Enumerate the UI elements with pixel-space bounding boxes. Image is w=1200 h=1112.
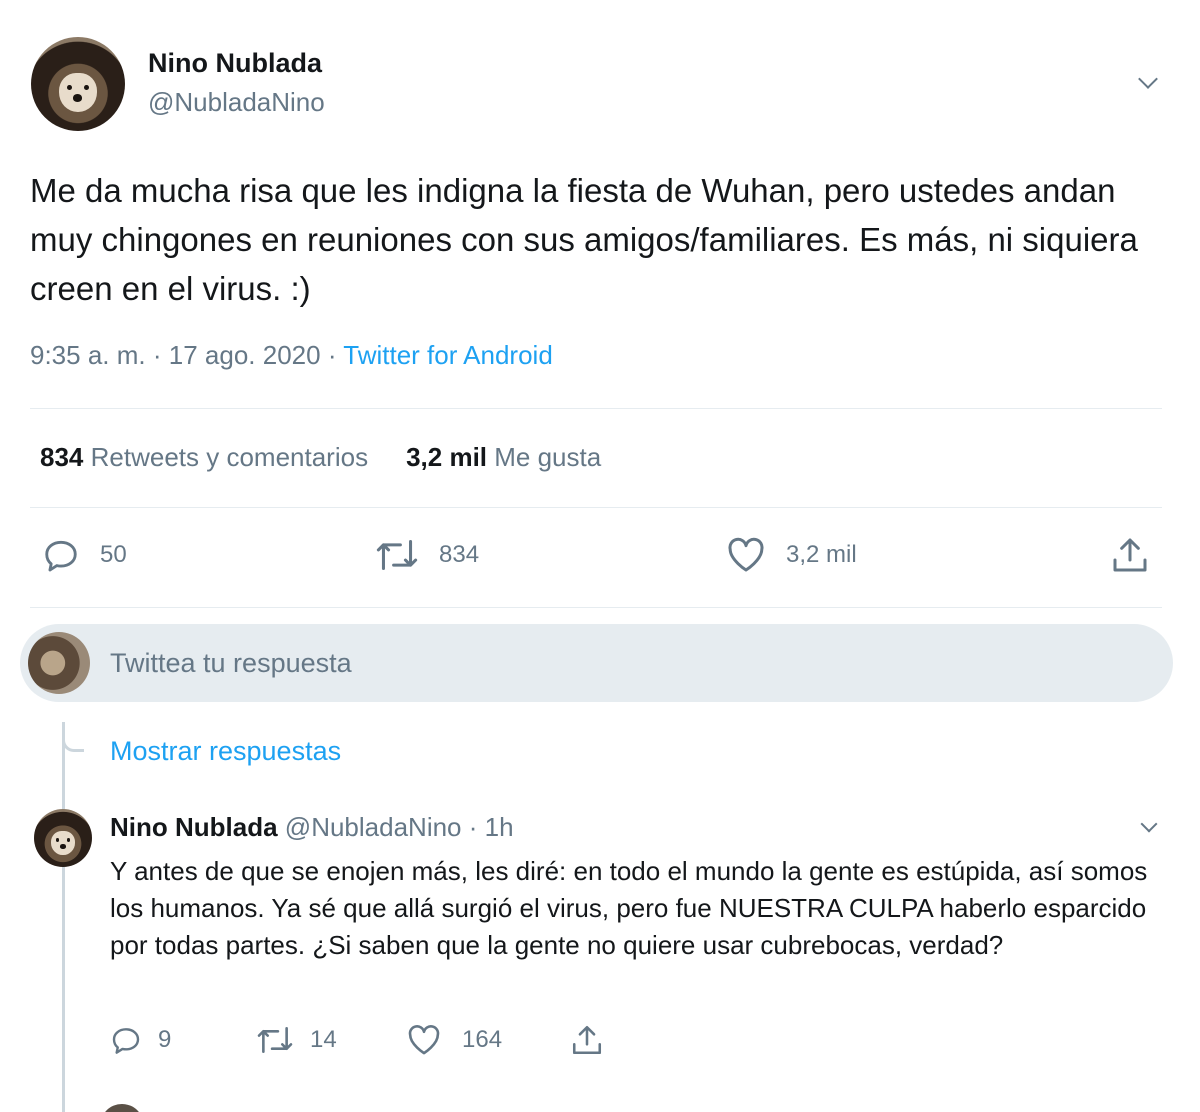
reply-reply-button[interactable]: 9 xyxy=(110,1024,171,1056)
next-reply-avatar[interactable] xyxy=(100,1104,144,1112)
reply-composer[interactable]: Twittea tu respuesta xyxy=(20,624,1173,702)
show-replies-link[interactable]: Mostrar respuestas xyxy=(110,736,341,767)
share-icon xyxy=(1113,538,1147,572)
author-handle[interactable]: @NubladaNino xyxy=(148,87,325,118)
retweets-stat-count: 834 xyxy=(40,442,84,472)
reply-reply-count: 9 xyxy=(158,1026,172,1053)
meta-separator: · xyxy=(152,340,162,370)
reply-header: Nino Nublada @NubladaNino · 1h xyxy=(110,812,514,843)
reply-separator: · xyxy=(468,812,478,842)
reply-icon xyxy=(112,1028,140,1054)
reply-retweet-count: 14 xyxy=(310,1026,337,1053)
reply-count: 50 xyxy=(100,541,127,568)
reply-button[interactable]: 50 xyxy=(42,536,127,574)
reply-like-button[interactable]: 164 xyxy=(406,1024,502,1056)
share-button[interactable] xyxy=(1110,534,1150,576)
divider xyxy=(30,507,1162,508)
likes-stat-count: 3,2 mil xyxy=(406,442,488,472)
like-count: 3,2 mil xyxy=(786,541,857,568)
tweet-date[interactable]: 17 ago. 2020 xyxy=(169,340,321,370)
author-avatar[interactable] xyxy=(31,37,125,131)
reply-author-handle[interactable]: @NubladaNino xyxy=(285,812,462,842)
tweet-source-link[interactable]: Twitter for Android xyxy=(343,340,553,370)
reply-like-count: 164 xyxy=(462,1026,503,1053)
likes-stat[interactable]: 3,2 mil Me gusta xyxy=(406,442,601,472)
retweets-stat[interactable]: 834 Retweets y comentarios xyxy=(40,442,368,472)
divider xyxy=(30,607,1162,608)
reply-author-avatar[interactable] xyxy=(34,809,92,867)
reply-share-button[interactable] xyxy=(570,1022,604,1058)
chevron-down-icon[interactable] xyxy=(1138,69,1158,89)
reply-placeholder: Twittea tu respuesta xyxy=(110,648,352,678)
thread-connector xyxy=(62,722,84,752)
tweet-meta: 9:35 a. m. · 17 ago. 2020 · Twitter for … xyxy=(30,340,553,371)
heart-icon xyxy=(728,537,764,572)
retweet-icon xyxy=(376,539,418,571)
divider xyxy=(30,408,1162,409)
reply-time[interactable]: 1h xyxy=(485,812,514,842)
author-name[interactable]: Nino Nublada xyxy=(148,48,322,79)
current-user-avatar xyxy=(28,632,90,694)
tweet-time[interactable]: 9:35 a. m. xyxy=(30,340,146,370)
like-button[interactable]: 3,2 mil xyxy=(726,536,857,574)
reply-author-name[interactable]: Nino Nublada xyxy=(110,812,278,842)
retweets-stat-label: Retweets y comentarios xyxy=(90,442,369,472)
tweet-text: Me da mucha risa que les indigna la fies… xyxy=(30,172,1138,307)
retweet-icon xyxy=(257,1027,293,1053)
heart-icon xyxy=(408,1025,440,1055)
share-icon xyxy=(572,1025,602,1055)
retweet-button[interactable]: 834 xyxy=(375,536,479,574)
tweet-stats: 834 Retweets y comentarios 3,2 mil Me gus… xyxy=(40,442,601,473)
reply-retweet-button[interactable]: 14 xyxy=(256,1024,337,1056)
meta-separator: · xyxy=(327,340,337,370)
chevron-down-icon[interactable] xyxy=(1140,815,1158,833)
reply-text: Y antes de que se enojen más, les diré: … xyxy=(110,856,1148,960)
thread-line xyxy=(62,722,65,1112)
reply-icon xyxy=(45,540,77,572)
retweet-count: 834 xyxy=(439,541,480,568)
likes-stat-label: Me gusta xyxy=(494,442,602,472)
